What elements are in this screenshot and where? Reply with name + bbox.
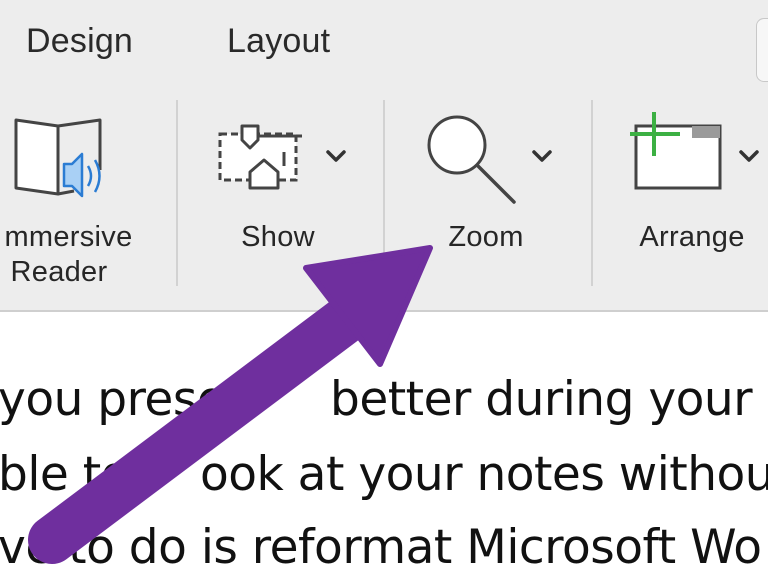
show-label: Show	[241, 221, 315, 253]
window-control-button[interactable]	[756, 18, 768, 82]
ribbon: Design Layout mmersive Reader Show Zoom …	[0, 0, 768, 312]
show-icon	[218, 124, 302, 190]
separator	[591, 100, 593, 286]
document-line: ve to do is reformat Microsoft Wo	[0, 520, 762, 575]
separator	[383, 100, 385, 286]
chevron-down-icon	[326, 150, 346, 162]
document-line: ook at your notes without	[200, 447, 768, 502]
tab-layout[interactable]: Layout	[227, 22, 330, 61]
arrange-icon	[630, 112, 722, 190]
document-line: ble to	[0, 447, 129, 502]
tab-design[interactable]: Design	[26, 22, 133, 61]
document-line: better during your ne	[330, 372, 768, 427]
chevron-down-icon	[739, 150, 759, 162]
magnifier-icon	[427, 115, 516, 204]
arrange-label: Arrange	[639, 221, 745, 253]
document-body[interactable]: you prese better during your ne ble to o…	[0, 312, 768, 576]
immersive-reader-label-line1: mmersive	[4, 221, 133, 253]
immersive-reader-icon	[14, 118, 102, 198]
separator	[176, 100, 178, 286]
chevron-down-icon	[532, 150, 552, 162]
document-line: you prese	[0, 372, 226, 427]
zoom-label: Zoom	[448, 221, 524, 253]
immersive-reader-label-line2: Reader	[10, 256, 108, 288]
